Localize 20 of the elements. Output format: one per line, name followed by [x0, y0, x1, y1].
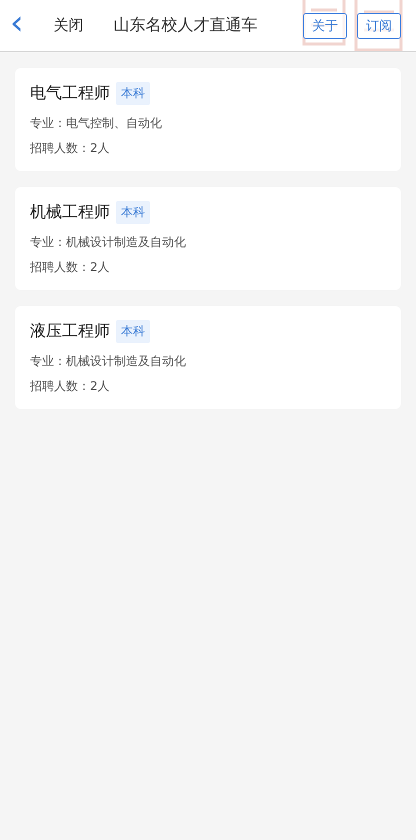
job-card[interactable]: 电气工程师 本科 专业：电气控制、自动化 招聘人数：2人 — [15, 68, 401, 171]
subscribe-button[interactable]: 订阅 — [357, 12, 401, 38]
headcount-text: 招聘人数：2人 — [30, 259, 111, 276]
major-text: 专业：机械设计制造及自动化 — [30, 234, 187, 251]
headcount-text: 招聘人数：2人 — [30, 378, 111, 395]
job-card[interactable]: 机械工程师 本科 专业：机械设计制造及自动化 招聘人数：2人 — [15, 187, 401, 290]
job-title: 机械工程师 — [30, 202, 110, 223]
major-text: 专业：机械设计制造及自动化 — [30, 353, 187, 370]
degree-tag: 本科 — [116, 320, 150, 343]
degree-tag: 本科 — [116, 82, 150, 105]
job-title: 液压工程师 — [30, 321, 110, 342]
degree-tag: 本科 — [116, 201, 150, 224]
close-button[interactable]: 关闭 — [52, 14, 86, 37]
about-button[interactable]: 关于 — [303, 12, 347, 38]
page-title: 山东名校人才直通车 — [114, 15, 258, 36]
job-card[interactable]: 液压工程师 本科 专业：机械设计制造及自动化 招聘人数：2人 — [15, 306, 401, 409]
major-text: 专业：电气控制、自动化 — [30, 115, 163, 132]
headcount-text: 招聘人数：2人 — [30, 140, 111, 157]
job-title: 电气工程师 — [30, 83, 110, 104]
back-button[interactable]: ‹ — [6, 8, 28, 44]
